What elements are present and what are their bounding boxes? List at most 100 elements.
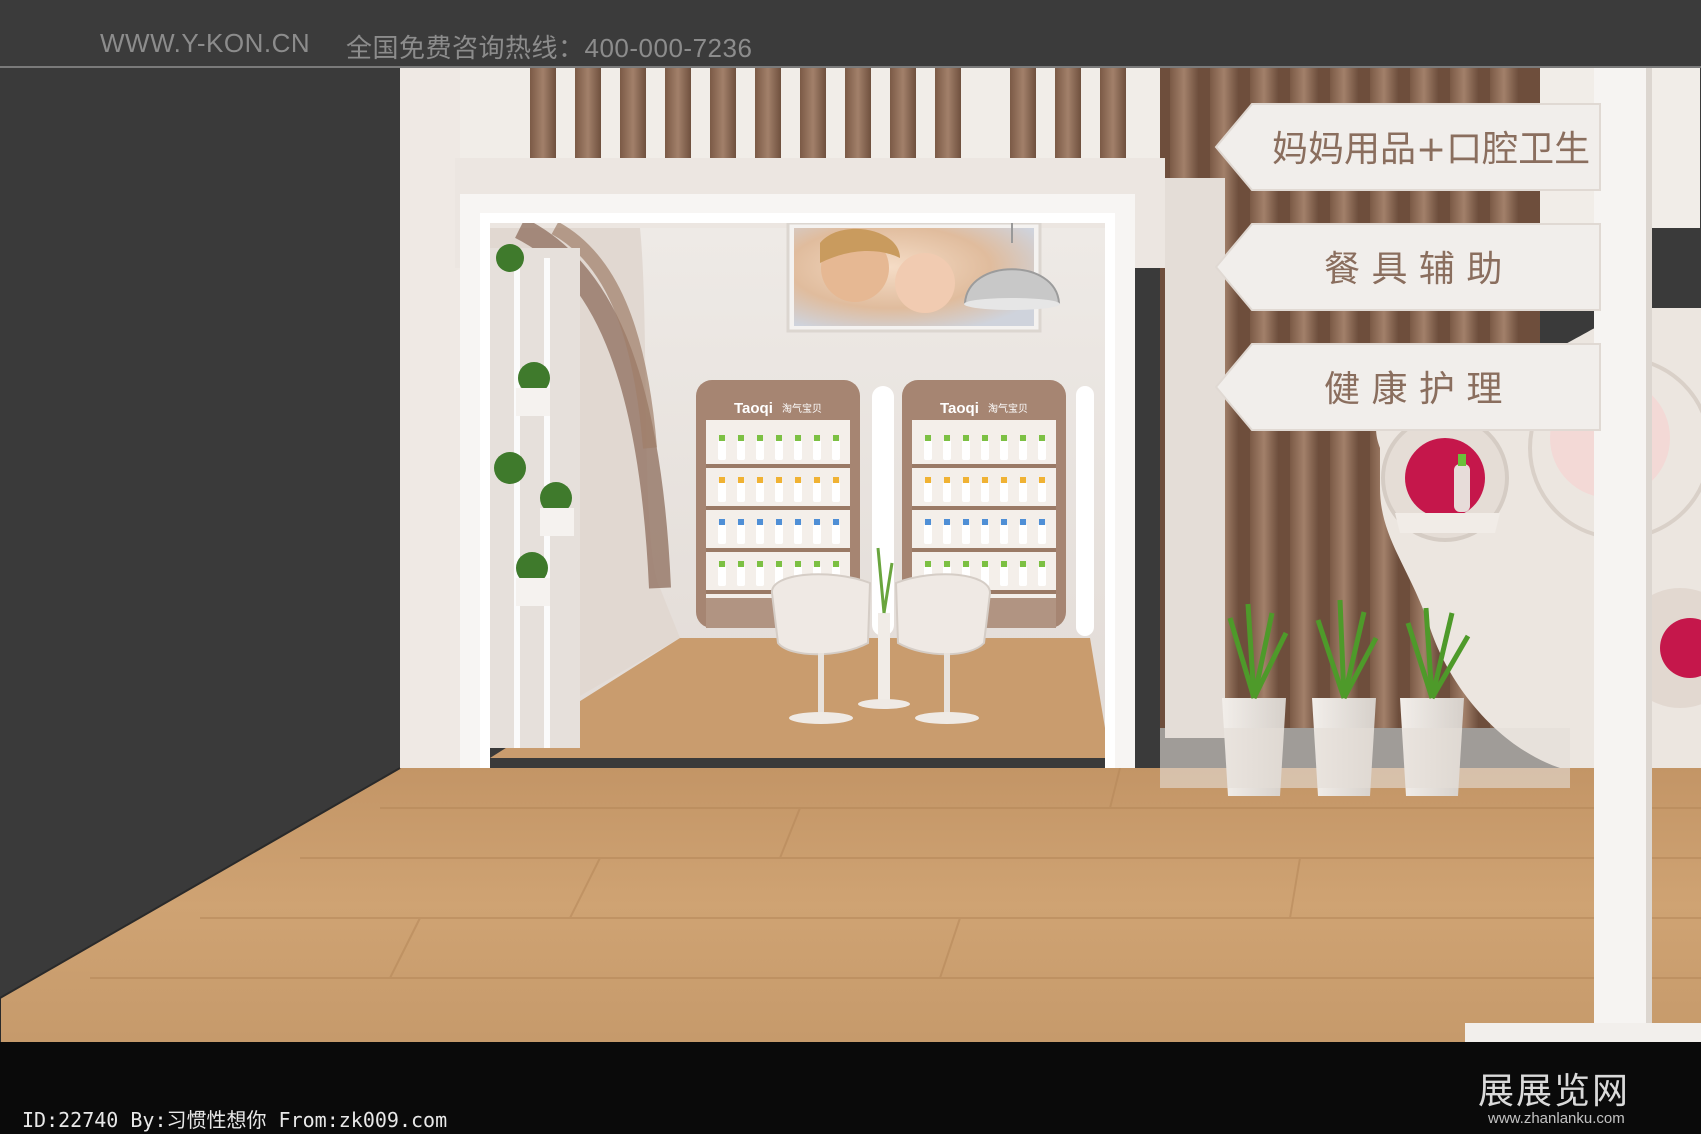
bottle-cap xyxy=(982,561,988,567)
bottle xyxy=(832,482,840,502)
bottle-cap xyxy=(719,477,725,483)
bottle xyxy=(1000,440,1008,460)
bottle-cap xyxy=(944,561,950,567)
bottle-cap xyxy=(925,519,931,525)
signpost-boards: 妈妈用品+口腔卫生 餐 具 辅 助 健 康 护 理 xyxy=(1214,103,1601,431)
bottle-cap xyxy=(944,519,950,525)
bottle xyxy=(1019,482,1027,502)
light-pillar xyxy=(1076,386,1094,636)
bottle-cap xyxy=(963,477,969,483)
image-credit: ID:22740 By:习惯性想你 From:zk009.com xyxy=(22,1108,448,1132)
bottle xyxy=(775,482,783,502)
bottle xyxy=(775,440,783,460)
bottle-cap xyxy=(757,435,763,441)
bottle xyxy=(794,440,802,460)
bottle xyxy=(943,482,951,502)
booth-scene-svg: Taoqi 淘气宝贝 Taoqi 淘气宝贝 妈妈用品+口腔卫生 餐 具 辅 助 … xyxy=(0,68,1701,1042)
bottle xyxy=(1000,566,1008,586)
bottle-cap xyxy=(1001,561,1007,567)
site-url: WWW.Y-KON.CN xyxy=(100,28,311,58)
bottle xyxy=(756,482,764,502)
watermark-logo-text: 展展览网 xyxy=(1478,1071,1631,1112)
bottle xyxy=(924,482,932,502)
watermark-url: www.zhanlanku.com xyxy=(1488,1110,1625,1127)
bottle xyxy=(813,482,821,502)
bottle-cap xyxy=(833,561,839,567)
bottle xyxy=(1038,566,1046,586)
bottle-cap xyxy=(757,561,763,567)
bottle-cap xyxy=(795,477,801,483)
bottle xyxy=(981,440,989,460)
bottle xyxy=(1019,524,1027,544)
bottle-cap xyxy=(814,435,820,441)
bottle-cap xyxy=(776,561,782,567)
bottle-cap xyxy=(833,519,839,525)
bottle xyxy=(756,524,764,544)
bottle-cap xyxy=(719,519,725,525)
header-bar: WWW.Y-KON.CN 全国免费咨询热线：400-000-7236 xyxy=(0,0,1701,68)
bottle-cap xyxy=(1020,477,1026,483)
green-plant-wall xyxy=(490,244,580,748)
bottle xyxy=(775,524,783,544)
bottle-cap xyxy=(776,477,782,483)
shelf-brand-left: Taoqi xyxy=(734,400,773,417)
bottle-cap xyxy=(1020,519,1026,525)
hotline-text: 全国免费咨询热线：400-000-7236 xyxy=(346,33,753,63)
bottle xyxy=(756,440,764,460)
bottle-cap xyxy=(982,519,988,525)
bottle-cap xyxy=(1001,435,1007,441)
bottle-cap xyxy=(1039,477,1045,483)
booth-side-wall xyxy=(400,68,460,768)
bottle xyxy=(737,524,745,544)
sign-label-tableware: 餐 具 辅 助 xyxy=(1324,249,1502,290)
bottle-cap xyxy=(738,519,744,525)
shelf-brand-cn-left: 淘气宝贝 xyxy=(782,402,822,415)
shelf-brand-right: Taoqi xyxy=(940,400,979,417)
bottle xyxy=(737,482,745,502)
sign-label-mother-oral: 妈妈用品+口腔卫生 xyxy=(1272,129,1590,170)
sign-label-health-care: 健 康 护 理 xyxy=(1324,369,1502,410)
bottle-cap xyxy=(1020,435,1026,441)
bottle-cap xyxy=(1001,477,1007,483)
bottle-cap xyxy=(814,561,820,567)
bottle xyxy=(962,482,970,502)
bottle-cap xyxy=(738,435,744,441)
bottle-cap xyxy=(814,477,820,483)
bottle xyxy=(813,524,821,544)
bottle-cap xyxy=(757,519,763,525)
bottle-cap xyxy=(1020,561,1026,567)
bottle-cap xyxy=(833,477,839,483)
bottle-cap xyxy=(1039,561,1045,567)
bottle xyxy=(981,524,989,544)
bottle xyxy=(1000,524,1008,544)
bottle-cap xyxy=(982,477,988,483)
bottle-cap xyxy=(1039,519,1045,525)
bottle xyxy=(756,566,764,586)
bottle xyxy=(737,566,745,586)
bottle xyxy=(1038,440,1046,460)
bottle xyxy=(1038,524,1046,544)
bottle-cap xyxy=(925,561,931,567)
bottle xyxy=(813,440,821,460)
bottle xyxy=(832,440,840,460)
bottle-cap xyxy=(963,435,969,441)
bottle-cap xyxy=(963,519,969,525)
bottle xyxy=(962,440,970,460)
bottle-cap xyxy=(738,477,744,483)
bottle-cap xyxy=(944,435,950,441)
footer-bar: ID:22740 By:习惯性想你 From:zk009.com 展展览网 ww… xyxy=(0,1042,1701,1134)
bottle xyxy=(1000,482,1008,502)
bottle-cap xyxy=(814,519,820,525)
bottle-cap xyxy=(776,435,782,441)
bottle-cap xyxy=(1039,435,1045,441)
bottle xyxy=(1019,566,1027,586)
bottle-cap xyxy=(925,435,931,441)
bottle xyxy=(794,524,802,544)
bottle xyxy=(718,524,726,544)
bottle xyxy=(1038,482,1046,502)
bottle-cap xyxy=(1001,519,1007,525)
bottle xyxy=(718,482,726,502)
bottle xyxy=(924,440,932,460)
shelf-brand-cn-right: 淘气宝贝 xyxy=(988,402,1028,415)
bottle-cap xyxy=(776,519,782,525)
